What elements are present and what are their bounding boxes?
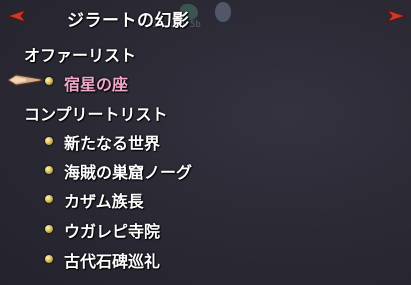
complete-item-4[interactable]: ウガレピ寺院 [64,218,160,242]
complete-list-heading: コンプリートリスト [24,105,168,124]
hud-status-icon [215,2,231,22]
header-title: ジラートの幻影 [67,11,190,31]
complete-item-3[interactable]: カザム族長 [64,188,144,212]
bullet-orb-icon [45,137,53,145]
bullet-orb-icon [45,225,53,233]
complete-item-2[interactable]: 海賊の巣窟ノーグ [64,159,192,183]
page-right-arrow-icon[interactable] [385,9,407,23]
offer-item-shukusei-no-za[interactable]: 宿星の座 [64,71,128,95]
bullet-orb-icon [45,255,53,263]
bullet-orb-icon [45,166,53,174]
bullet-orb-icon [45,195,53,203]
complete-item-1[interactable]: 新たなる世界 [64,130,160,154]
complete-item-5[interactable]: 古代石碑巡礼 [64,248,160,272]
offer-list-heading: オファーリスト [24,46,137,65]
bullet-orb-icon [45,77,53,85]
page-left-arrow-icon[interactable] [6,9,28,23]
pointer-hand-icon [7,74,44,86]
quest-log-window: 5m 10m 5b ジラートの幻影 オファーリスト 宿星の座 コンプリートリスト… [0,0,411,285]
